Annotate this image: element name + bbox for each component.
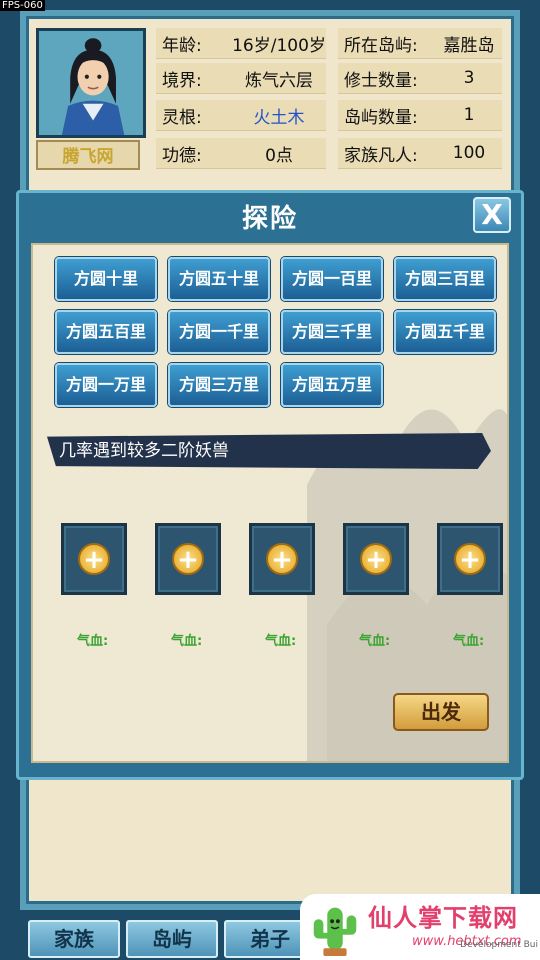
fps-counter: FPS-060 [0, 0, 45, 11]
realm-value: 炼气六层 [245, 70, 313, 91]
modal-body: 方圆十里 方圆五十里 方圆一百里 方圆三百里 方圆五百里 方圆一千里 方圆三千里… [31, 243, 509, 763]
age-value: 16岁/100岁 [232, 35, 326, 56]
island-label: 所在岛屿: [344, 35, 418, 56]
age-row: 年龄: 16岁/100岁 [156, 28, 326, 59]
add-icon: + [266, 543, 298, 575]
companion-slot-3[interactable]: + [249, 523, 315, 595]
region-button-1000li[interactable]: 方圆一千里 [168, 310, 270, 354]
realm-row: 境界: 炼气六层 [156, 63, 326, 94]
region-button-10000li[interactable]: 方圆一万里 [55, 363, 157, 407]
islands-label: 岛屿数量: [344, 107, 418, 128]
region-button-10li[interactable]: 方圆十里 [55, 257, 157, 301]
add-icon: + [172, 543, 204, 575]
modal-title-bar: 探险 [19, 193, 521, 239]
tab-family[interactable]: 家族 [28, 920, 120, 958]
depart-button[interactable]: 出发 [393, 693, 489, 731]
hp-label-1: 气血: [77, 634, 109, 649]
family-label: 家族凡人: [344, 145, 418, 166]
cultivators-row: 修士数量: 3 [338, 63, 502, 94]
region-button-500li[interactable]: 方圆五百里 [55, 310, 157, 354]
realm-label: 境界: [162, 70, 202, 91]
region-button-300li[interactable]: 方圆三百里 [394, 257, 496, 301]
hp-label-3: 气血: [265, 634, 297, 649]
merit-label: 功德: [162, 145, 202, 166]
family-row: 家族凡人: 100 [338, 138, 502, 169]
merit-row: 功德: 0点 [156, 138, 326, 169]
region-button-5000li[interactable]: 方圆五千里 [394, 310, 496, 354]
companion-slot-1[interactable]: + [61, 523, 127, 595]
site-watermark: 仙人掌下载网 www.hebtxt.com [300, 894, 540, 960]
portrait-image [39, 31, 143, 135]
islands-value: 1 [463, 105, 475, 125]
explore-modal: 探险 X 方圆十里 方圆五十里 方圆一百里 方圆三百里 方圆五百里 方圆一千里 … [16, 190, 524, 780]
cultivators-value: 3 [463, 68, 475, 88]
character-name[interactable]: 腾飞网 [36, 140, 140, 170]
dev-build-label: Development Bui [460, 940, 538, 950]
add-icon: + [454, 543, 486, 575]
hp-label-4: 气血: [359, 634, 391, 649]
companion-slot-4[interactable]: + [343, 523, 409, 595]
hp-label-5: 气血: [453, 634, 485, 649]
add-icon: + [78, 543, 110, 575]
hp-label-2: 气血: [171, 634, 203, 649]
add-icon: + [360, 543, 392, 575]
island-value: 嘉胜岛 [443, 35, 495, 56]
merit-value: 0点 [265, 145, 293, 166]
companion-slot-2[interactable]: + [155, 523, 221, 595]
tab-islands[interactable]: 岛屿 [126, 920, 218, 958]
root-value: 火土木 [253, 107, 305, 128]
companion-slot-5[interactable]: + [437, 523, 503, 595]
close-button[interactable]: X [473, 197, 511, 233]
cultivators-label: 修士数量: [344, 70, 418, 91]
region-button-50000li[interactable]: 方圆五万里 [281, 363, 383, 407]
region-button-50li[interactable]: 方圆五十里 [168, 257, 270, 301]
region-button-3000li[interactable]: 方圆三千里 [281, 310, 383, 354]
region-button-30000li[interactable]: 方圆三万里 [168, 363, 270, 407]
encounter-hint: 几率遇到较多二阶妖兽 [47, 433, 491, 469]
root-row: 灵根: 火土木 [156, 100, 326, 131]
age-label: 年龄: [162, 35, 202, 56]
cactus-logo-icon [313, 907, 357, 956]
root-label: 灵根: [162, 107, 202, 128]
island-row: 所在岛屿: 嘉胜岛 [338, 28, 502, 59]
family-value: 100 [452, 143, 486, 163]
character-portrait[interactable] [36, 28, 146, 138]
watermark-text: 仙人掌下载网 [368, 904, 518, 932]
islands-row: 岛屿数量: 1 [338, 100, 502, 131]
region-button-100li[interactable]: 方圆一百里 [281, 257, 383, 301]
modal-title: 探险 [241, 203, 298, 234]
